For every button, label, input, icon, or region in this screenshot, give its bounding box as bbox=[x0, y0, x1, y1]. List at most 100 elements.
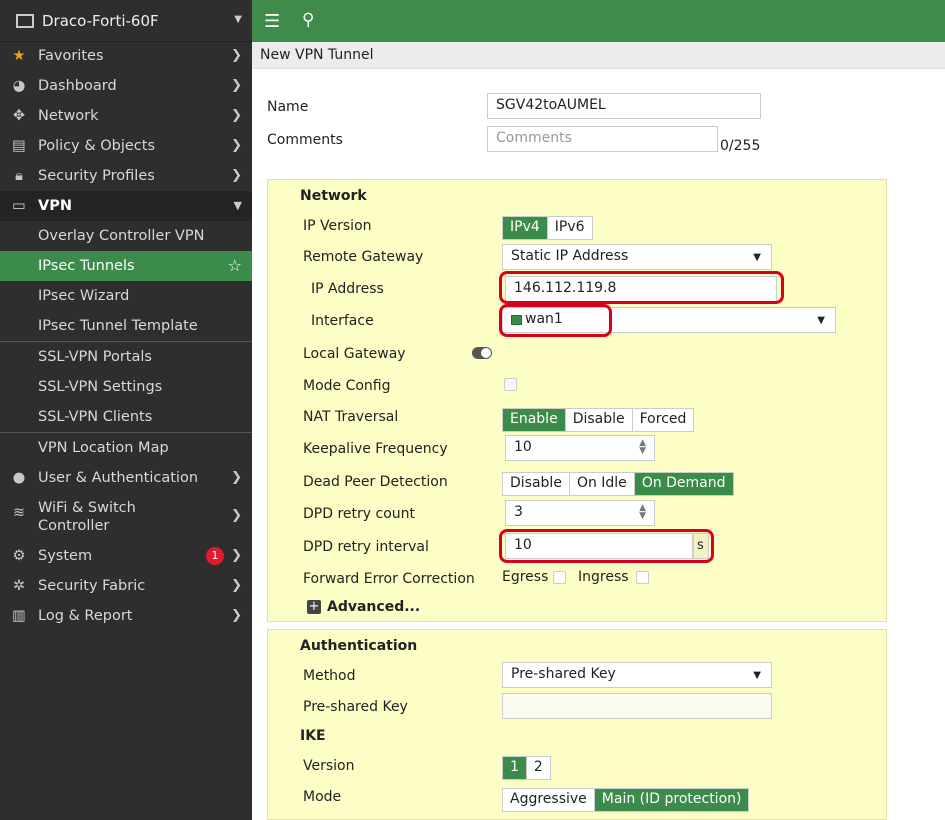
search-icon[interactable]: ⚲ bbox=[302, 10, 314, 30]
sidebar-item-policy-objects[interactable]: ▤ Policy & Objects ❯ bbox=[0, 131, 252, 161]
psk-label: Pre-shared Key bbox=[303, 699, 408, 715]
ipv4-option[interactable]: IPv4 bbox=[503, 217, 548, 239]
nat-disable-option[interactable]: Disable bbox=[566, 409, 633, 431]
name-input[interactable]: SGV42toAUMEL bbox=[487, 93, 761, 119]
dashboard-icon: ◕ bbox=[12, 78, 26, 94]
lock-icon: 🔒︎ bbox=[15, 168, 23, 184]
ipv6-option[interactable]: IPv6 bbox=[548, 217, 592, 239]
sidebar-item-wifi-switch[interactable]: ≋ WiFi & Switch Controller ❯ bbox=[0, 495, 252, 537]
mode-label: Mode bbox=[303, 789, 342, 805]
chevron-right-icon: ❯ bbox=[231, 548, 242, 563]
dpd-label: Dead Peer Detection bbox=[303, 474, 448, 490]
chevron-right-icon: ❯ bbox=[231, 78, 242, 93]
sidebar-item-ssl-vpn-portals[interactable]: SSL-VPN Portals bbox=[0, 342, 252, 372]
dpd-disable-option[interactable]: Disable bbox=[503, 473, 570, 495]
version-label: Version bbox=[303, 758, 355, 774]
sidebar-item-security-fabric[interactable]: ✲ Security Fabric ❯ bbox=[0, 571, 252, 601]
user-icon: ● bbox=[12, 470, 26, 486]
sidebar-item-dashboard[interactable]: ◕ Dashboard ❯ bbox=[0, 71, 252, 101]
chevron-right-icon: ❯ bbox=[231, 470, 242, 485]
plus-icon: + bbox=[307, 599, 321, 614]
spinner-icon[interactable]: ▲ ▼ bbox=[639, 439, 646, 456]
ike-version-2[interactable]: 2 bbox=[527, 757, 550, 779]
dropdown-arrow-icon: ▼ bbox=[817, 315, 825, 326]
ip-version-label: IP Version bbox=[303, 218, 372, 234]
page-title: New VPN Tunnel bbox=[252, 42, 945, 69]
remote-gateway-select[interactable]: Static IP Address ▼ bbox=[502, 244, 772, 270]
star-outline-icon[interactable]: ☆ bbox=[228, 256, 242, 275]
sidebar-item-ipsec-tunnel-template[interactable]: IPsec Tunnel Template bbox=[0, 311, 252, 341]
chart-icon: ▥ bbox=[12, 608, 26, 624]
device-name: Draco-Forti-60F bbox=[42, 11, 159, 30]
top-bar: ☰ ⚲ bbox=[252, 0, 945, 42]
ike-mode-toggle[interactable]: Aggressive Main (ID protection) bbox=[502, 788, 750, 812]
nat-traversal-toggle[interactable]: Enable Disable Forced bbox=[502, 408, 695, 432]
chevron-down-icon: ▼ bbox=[234, 14, 242, 25]
main-mode-option[interactable]: Main (ID protection) bbox=[594, 789, 749, 811]
sidebar-item-system[interactable]: ⚙ System 1 ❯ bbox=[0, 541, 252, 571]
dpd-on-demand-option[interactable]: On Demand bbox=[634, 473, 733, 495]
fec-label: Forward Error Correction bbox=[303, 571, 475, 587]
nat-enable-option[interactable]: Enable bbox=[503, 409, 566, 431]
spinner-icon[interactable]: ▲ ▼ bbox=[639, 504, 646, 521]
sidebar-item-security-profiles[interactable]: 🔒︎ Security Profiles ❯ bbox=[0, 161, 252, 191]
chevron-right-icon: ❯ bbox=[231, 48, 242, 63]
sidebar-item-overlay-controller-vpn[interactable]: Overlay Controller VPN bbox=[0, 221, 252, 251]
star-icon: ★ bbox=[12, 48, 26, 64]
sidebar-item-favorites[interactable]: ★ Favorites ❯ bbox=[0, 41, 252, 71]
ingress-checkbox[interactable] bbox=[636, 571, 649, 584]
chevron-right-icon: ❯ bbox=[231, 578, 242, 593]
sidebar-item-user-authentication[interactable]: ● User & Authentication ❯ bbox=[0, 463, 252, 493]
highlight-box bbox=[499, 529, 714, 563]
menu-icon[interactable]: ☰ bbox=[264, 11, 280, 32]
mode-config-checkbox[interactable] bbox=[504, 378, 517, 391]
highlight-box bbox=[499, 304, 612, 337]
aggressive-option[interactable]: Aggressive bbox=[503, 789, 595, 811]
egress-checkbox[interactable] bbox=[553, 571, 566, 584]
local-gateway-toggle[interactable] bbox=[472, 347, 492, 359]
dpd-retry-interval-label: DPD retry interval bbox=[303, 539, 429, 555]
chevron-right-icon: ❯ bbox=[231, 138, 242, 153]
chevron-right-icon: ❯ bbox=[231, 168, 242, 183]
fortigate-icon bbox=[16, 13, 34, 28]
fabric-icon: ✲ bbox=[12, 578, 26, 594]
chevron-right-icon: ❯ bbox=[231, 508, 242, 523]
network-heading: Network bbox=[300, 188, 367, 204]
dpd-toggle[interactable]: Disable On Idle On Demand bbox=[502, 472, 734, 496]
policy-icon: ▤ bbox=[12, 138, 26, 154]
nat-forced-option[interactable]: Forced bbox=[633, 409, 694, 431]
keepalive-input[interactable]: 10 ▲ ▼ bbox=[505, 435, 655, 461]
psk-input[interactable] bbox=[502, 693, 772, 719]
chevron-right-icon: ❯ bbox=[231, 108, 242, 123]
sidebar-item-ssl-vpn-clients[interactable]: SSL-VPN Clients bbox=[0, 402, 252, 432]
ike-version-1[interactable]: 1 bbox=[503, 757, 527, 779]
sidebar-item-ipsec-wizard[interactable]: IPsec Wizard bbox=[0, 281, 252, 311]
gear-icon: ⚙ bbox=[12, 548, 26, 564]
comments-textarea[interactable]: Comments bbox=[487, 126, 718, 152]
sidebar-item-vpn[interactable]: ▭ VPN ▼ bbox=[0, 191, 252, 221]
dpd-retry-count-label: DPD retry count bbox=[303, 506, 415, 522]
method-select[interactable]: Pre-shared Key ▼ bbox=[502, 662, 772, 688]
comments-counter: 0/255 bbox=[720, 138, 761, 154]
sidebar-item-ipsec-tunnels[interactable]: IPsec Tunnels ☆ bbox=[0, 251, 252, 281]
ike-version-toggle[interactable]: 12 bbox=[502, 756, 551, 780]
local-gateway-label: Local Gateway bbox=[303, 346, 406, 362]
nat-traversal-label: NAT Traversal bbox=[303, 409, 399, 425]
ip-version-toggle[interactable]: IPv4 IPv6 bbox=[502, 216, 593, 240]
advanced-toggle[interactable]: + Advanced... bbox=[307, 599, 420, 615]
mode-config-label: Mode Config bbox=[303, 378, 391, 394]
dpd-retry-count-input[interactable]: 3 ▲ ▼ bbox=[505, 500, 655, 526]
wifi-label: WiFi & Switch Controller bbox=[38, 500, 136, 534]
sidebar-item-ssl-vpn-settings[interactable]: SSL-VPN Settings bbox=[0, 372, 252, 402]
name-label: Name bbox=[267, 99, 309, 115]
sidebar-item-network[interactable]: ✥ Network ❯ bbox=[0, 101, 252, 131]
dropdown-arrow-icon: ▼ bbox=[753, 252, 761, 263]
dpd-on-idle-option[interactable]: On Idle bbox=[570, 473, 635, 495]
ike-heading: IKE bbox=[300, 728, 326, 744]
device-selector[interactable]: Draco-Forti-60F ▼ bbox=[0, 0, 252, 42]
sidebar: Draco-Forti-60F ▼ ★ Favorites ❯ ◕ Dashboard… bbox=[0, 0, 252, 820]
sidebar-item-log-report[interactable]: ▥ Log & Report ❯ bbox=[0, 601, 252, 631]
dropdown-arrow-icon: ▼ bbox=[753, 670, 761, 681]
sidebar-item-vpn-location-map[interactable]: VPN Location Map bbox=[0, 433, 252, 463]
ip-address-label: IP Address bbox=[311, 281, 384, 297]
